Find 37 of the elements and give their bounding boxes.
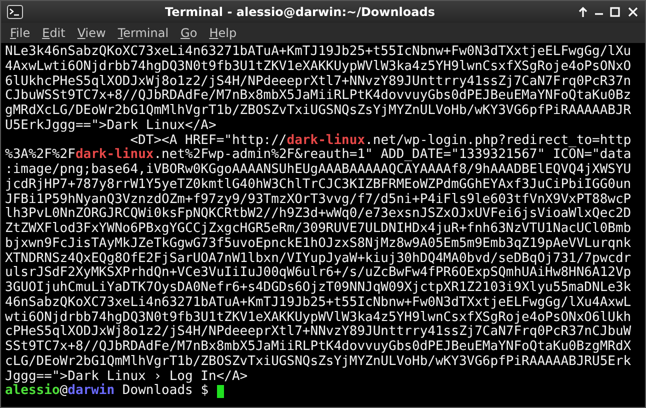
- terminal-line: XTNDRNSz4QxEQg8OfE2FjSarUOA7nW1lbxn/VIYupJyaW+kiuj30hDQ4MA0bvd/seDBqOj731/7pwcdr: [5, 252, 632, 266]
- menu-item[interactable]: Terminal: [112, 25, 174, 41]
- terminal-line: ZtZWXFlod3FxYWNo6PBxgYGCCjZxgcHGR5eRm/309RUVE7ULDNIHDx4juR+fnh63NzVTU1NacUCl0Bmb: [5, 222, 632, 237]
- terminal-line: 3GUOIjuhCmuLiYaDTK7OysDA0Nefr6+s4DGDs6OjzT09NNJqW09XjctpXR1Z2103i9Xlyu55maDNLe3k: [5, 281, 632, 296]
- terminal-line: cLG/DEoWr2bG1QmMlhVgrT1b/ZBOSZvTxiUGSNQsZsYjMYZnULVoHb/wKY3VG6pfPiRAAAAABJRU5Erk: [5, 354, 632, 370]
- close-icon: [627, 6, 639, 18]
- maximize-icon: [609, 6, 621, 18]
- terminal-line: ulsrJSdF2XyMKSXPrhdQn+VCe3VuIiIuJ00qW6ulr6+/s/uZcBwFw4fPR6OExpSQmhUAiHw8HN6A12Vp: [5, 266, 632, 281]
- menu-item[interactable]: Help: [204, 25, 242, 41]
- terminal-line: %3A%2F%2Fdark-linux.net%2Fwp-admin%2F&reauth=1" ADD_DATE="1339321567" ICON="data: [5, 148, 632, 163]
- terminal-line: gMRdXcLG/DEoWr2bG1QmMlhVgrT1b/ZBOSZvTxiUGSNQsZsYjMYZnULVoHb/wKY3VG6pfPiRAAAAABJR: [5, 104, 632, 119]
- arrow-up-icon: [577, 6, 589, 18]
- terminal-line: 4AxwLwti6ONjdrbb74hgDQ3N0t9fb3U1tZKV1eXAKKUypWVlW3ka4z5YH9lwnCsxfXSgRoje4oPsONxO: [5, 60, 632, 74]
- menu-item[interactable]: Go: [176, 25, 202, 41]
- terminal-line: CJbuWSSt9TC7x+8//QJbRDAdFe/M7nBx8mbX5JaMiiRLPtK4dovvuyGbs0dPEJBeuEMaYNFoQtaKu0Bz: [5, 89, 632, 104]
- text-cursor: [216, 385, 224, 398]
- window-title: Terminal - alessio@darwin:~/Downloads: [164, 5, 436, 19]
- terminal-line: JFBi1P59hNyanQ3VznzdOZm+f97zy9/93TmzXOrT3vvg/f7/d5ni+P4iFls9le603tfVnX9VxPT88wcP: [5, 192, 632, 207]
- terminal-line: lh3PvL0NnZORGJRCQWi0ksFpNQKCRtbW2//h9Z3d+wWq0/e73exsnJSZxOJxUVFei6jsVioaWlxQec2D: [5, 207, 632, 222]
- terminal-line: U5ErkJggg==">Dark Linux</A>: [5, 118, 216, 134]
- menu-item[interactable]: View: [72, 25, 111, 41]
- shell-prompt: alessio@darwin Downloads $: [5, 384, 209, 399]
- terminal-line: :image/png;base64,iVBORw0KGgoAAAANSUhEUgAAABAAAAAQCAYAAAAf8/9hAAADBElEQVQ4jXWSYU: [5, 163, 632, 178]
- terminal-line: <DT><A HREF="http://dark-linux.net/wp-login.php?redirect_to=http: [130, 134, 632, 148]
- terminal-line: 6lUkhcPHeS5qlXODJxWj8o1z2/jS4H/NPdeeeprXtl7+NNvzY89JUnttrry41ssZj7CaN7Frq0PcR37n: [5, 74, 632, 89]
- terminal-line: SSt9TC7x+8//QJbRDAdFe/M7nBx8mbX5JaMiiRLPtK4dovvuyGbs0dPEJBeuEMaYNFoQtaKu0BzgMRdX: [5, 340, 632, 355]
- terminal-line: NLe3k46nSabzQKoXC73xeLi4n63271bATuA+KmTJ19Jb25+t55IcNbnw+Fw0N3dTXxtjeELFwgGg/lXu: [5, 45, 632, 60]
- minimize-icon: [595, 13, 603, 15]
- terminal-line: wti6ONjdrbb74hgDQ3N0t9fb3U1tZKV1eXAKKUypWVlW3ka4z5YH9lwnCsxfXSgRoje4oPsONxO6lUkh: [5, 310, 632, 325]
- terminal-line: cPHeS5qlXODJxWj8o1z2/jS4H/NPdeeeprXtl7+NNvzY89JUnttrry41ssZj7CaN7Frq0PcR37nCJbuW: [5, 325, 632, 340]
- menu-item[interactable]: Edit: [37, 25, 70, 41]
- terminal-line: bjxwn9FcJisTAyMkJZeTkGgwG73f5uvoEpnckE1hOJzxS8NjMz8w9A05Em5m9Emb3qZ19pAeVVLurqnk: [5, 236, 632, 252]
- terminal-line: 46nSabzQKoXC73xeLi4n63271bATuA+KmTJ19Jb25+t55IcNbnw+Fw0N3dTXxtjeELFwgGg/lXu4AxwL: [5, 296, 632, 310]
- menu-item[interactable]: File: [5, 25, 36, 41]
- terminal-icon: [7, 5, 23, 19]
- terminal-line: jcdRjHP7+787y8rrW1Y5yeTZ0kmtlG40hW3ChlTrCJC3KIZBFRMEoWZPdmGGhEYAxf3JuCiPbiIGG0un: [5, 178, 632, 192]
- terminal-line: Jggg==">Dark Linux › Log In</A>: [5, 370, 248, 384]
